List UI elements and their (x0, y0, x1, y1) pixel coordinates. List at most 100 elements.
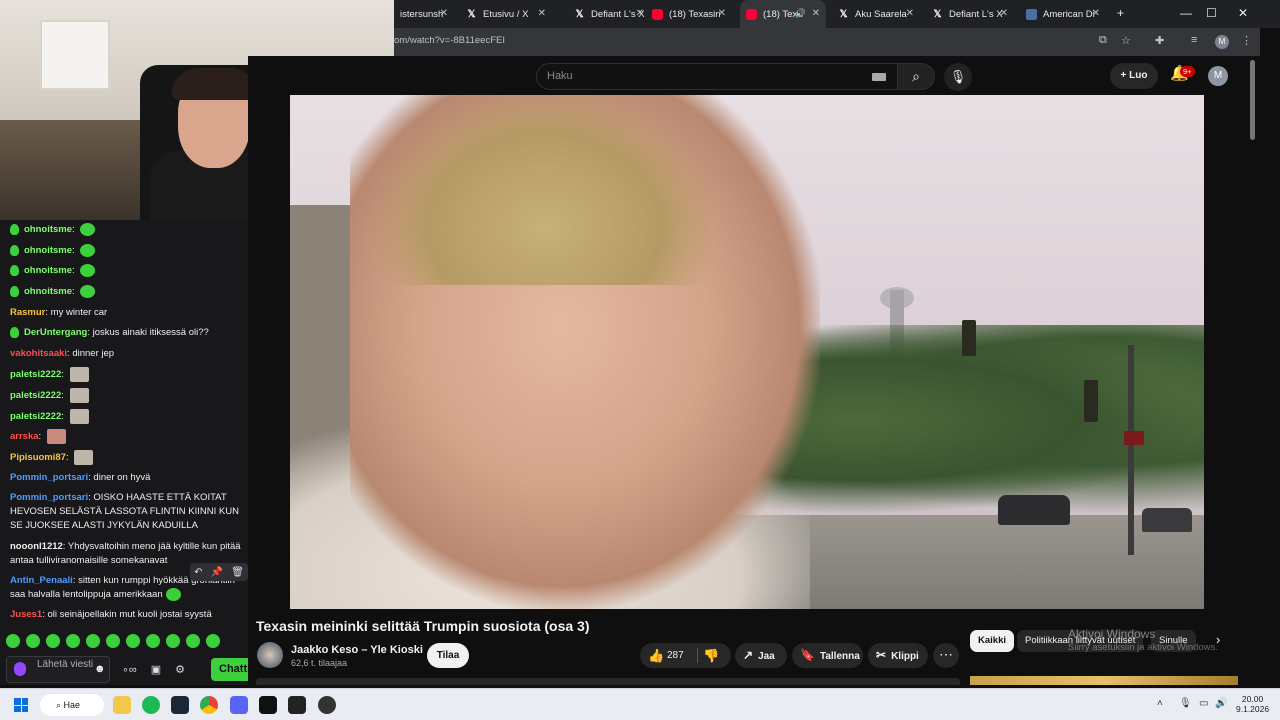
emote-picker-icon[interactable]: ☻ (94, 663, 106, 675)
minimize-icon[interactable]: — (1180, 6, 1192, 20)
chat-username[interactable]: vakohitsaaki (10, 348, 67, 359)
settings-gear-icon[interactable]: ⚙ (175, 663, 185, 676)
obs-icon[interactable] (318, 696, 336, 714)
search-button[interactable]: ⌕ (897, 63, 935, 90)
emote-icon[interactable] (6, 634, 20, 648)
channel-avatar[interactable] (257, 642, 283, 668)
voice-search-button[interactable]: 🎙 (944, 63, 972, 91)
microphone-icon[interactable] (14, 662, 26, 676)
chat-username[interactable]: paletsi2222 (10, 369, 61, 380)
chat-message[interactable]: Pommin_portsari: diner on hyvä (10, 471, 242, 485)
reply-icon[interactable]: ↶ (194, 567, 202, 578)
steam-icon[interactable] (171, 696, 189, 714)
tray-mic-icon[interactable]: 🎙 (1179, 698, 1192, 709)
chat-username[interactable]: Juses1 (10, 609, 42, 620)
bits-icon[interactable]: ∘∞ (122, 663, 137, 676)
chat-message[interactable]: ohnoitsme: (10, 285, 242, 299)
browser-tab[interactable]: American Di ✕ (1020, 0, 1106, 28)
subscribe-button[interactable]: Tilaa (427, 643, 469, 668)
menu-kebab-icon[interactable]: ⋮ (1241, 34, 1252, 47)
install-app-icon[interactable]: ⧉ (1099, 34, 1107, 47)
network-icon[interactable]: ▭ (1199, 698, 1208, 709)
chat-username[interactable]: ohnoitsme (24, 224, 72, 235)
chat-message[interactable]: Rasmur: my winter car (10, 306, 242, 320)
x-app-icon[interactable] (259, 696, 277, 714)
media-control-icon[interactable]: ≡ (1191, 34, 1197, 46)
chat-message[interactable]: Pipisuomi87: (10, 450, 242, 465)
chip-kaikki[interactable]: Kaikki (970, 630, 1014, 652)
maximize-icon[interactable]: ☐ (1206, 6, 1217, 20)
discord-icon[interactable] (230, 696, 248, 714)
chrome-icon[interactable] (200, 696, 218, 714)
close-window-icon[interactable]: ✕ (1238, 6, 1248, 20)
chat-message[interactable]: vakohitsaaki: dinner jep (10, 347, 242, 361)
tab-close-icon[interactable]: ✕ (906, 8, 914, 19)
youtube-search-input[interactable]: Haku (536, 63, 898, 90)
tab-close-icon[interactable]: ✕ (812, 8, 820, 19)
volume-icon[interactable]: 🔊 (1215, 698, 1227, 709)
emote-icon[interactable] (26, 634, 40, 648)
chat-username[interactable]: Rasmur (10, 307, 45, 318)
windows-start-icon[interactable] (14, 698, 28, 712)
dislike-icon[interactable]: 👎 (703, 648, 719, 664)
chat-message[interactable]: ohnoitsme: (10, 223, 242, 237)
url-field[interactable]: om/watch?v=-8B11eecFEI (394, 35, 505, 46)
save-button[interactable]: 🔖 Tallenna (792, 643, 863, 668)
emote-icon[interactable] (166, 634, 180, 648)
chat-username[interactable]: Pommin_portsari (10, 472, 88, 483)
chat-username[interactable]: paletsi2222 (10, 390, 61, 401)
tab-audio-icon[interactable]: 🔊 (795, 8, 806, 19)
browser-tab[interactable]: 𝕏 Aku Saarela ✕ (832, 0, 920, 28)
chat-username[interactable]: ohnoitsme (24, 245, 72, 256)
keyboard-icon[interactable] (872, 73, 886, 81)
rocket-league-icon[interactable] (288, 696, 306, 714)
chat-message[interactable]: DerUntergang: joskus ainaki itiksessä ol… (10, 326, 242, 340)
like-icon[interactable]: 👍 (648, 648, 664, 664)
emote-icon[interactable] (66, 634, 80, 648)
chat-username[interactable]: ohnoitsme (24, 286, 72, 297)
tab-close-icon[interactable]: ✕ (718, 8, 726, 19)
browser-tab[interactable]: istersunsh ✕ (394, 0, 454, 28)
share-button[interactable]: ↗ Jaa (735, 643, 787, 668)
chat-send-button[interactable]: Chatti (211, 658, 250, 681)
new-tab-icon[interactable]: + (1117, 6, 1124, 20)
emote-icon[interactable] (206, 634, 220, 648)
recommended-video-thumbnail[interactable] (970, 676, 1238, 685)
emote-icon[interactable] (126, 634, 140, 648)
chat-username[interactable]: Pommin_portsari (10, 492, 88, 503)
spotify-icon[interactable] (142, 696, 160, 714)
taskbar-clock[interactable]: 20.00 9.1.2026 (1236, 694, 1269, 714)
browser-tab[interactable]: 𝕏 Defiant L's X ✕ (568, 0, 650, 28)
chat-username[interactable]: arrska (10, 431, 39, 442)
emote-icon[interactable] (106, 634, 120, 648)
browser-tab[interactable]: 𝕏 Etusivu / X ✕ (460, 0, 552, 28)
description-box[interactable] (256, 678, 960, 685)
chat-username[interactable]: Pipisuomi87 (10, 452, 66, 463)
chat-message[interactable]: arrska: (10, 429, 242, 444)
pin-icon[interactable]: 📌 (211, 567, 223, 578)
tab-close-icon[interactable]: ✕ (538, 8, 546, 19)
channel-name[interactable]: Jaakko Keso – Yle Kioski (291, 644, 423, 656)
chat-message[interactable]: ohnoitsme: (10, 244, 242, 258)
emote-icon[interactable] (146, 634, 160, 648)
chat-message[interactable]: ohnoitsme: (10, 264, 242, 278)
chat-message[interactable]: paletsi2222: (10, 388, 242, 403)
extensions-icon[interactable]: ✚ (1155, 34, 1164, 47)
more-actions-button[interactable]: ⋯ (933, 643, 959, 668)
create-button[interactable]: + Luo (1110, 63, 1158, 89)
chat-username[interactable]: ohnoitsme (24, 265, 72, 276)
clip-button[interactable]: ✂ Klippi (868, 643, 928, 668)
delete-icon[interactable]: 🗑 (231, 567, 244, 578)
file-explorer-icon[interactable] (113, 696, 131, 714)
browser-tab[interactable]: 𝕏 Defiant L's X ✕ (926, 0, 1014, 28)
chat-username[interactable]: DerUntergang (24, 327, 87, 338)
chat-message[interactable]: Juses1: oli seinäjoellakin mut kuoli jos… (10, 608, 242, 622)
chat-username[interactable]: paletsi2222 (10, 411, 61, 422)
emote-icon[interactable] (186, 634, 200, 648)
chat-message[interactable]: Pommin_portsari: OISKO HAASTE ETTÄ KOITA… (10, 491, 242, 533)
video-player[interactable] (290, 95, 1204, 609)
tab-close-icon[interactable]: ✕ (1000, 8, 1008, 19)
page-scrollbar[interactable] (1250, 60, 1255, 140)
youtube-account-avatar[interactable]: M (1208, 66, 1228, 86)
tab-close-icon[interactable]: ✕ (1092, 8, 1100, 19)
